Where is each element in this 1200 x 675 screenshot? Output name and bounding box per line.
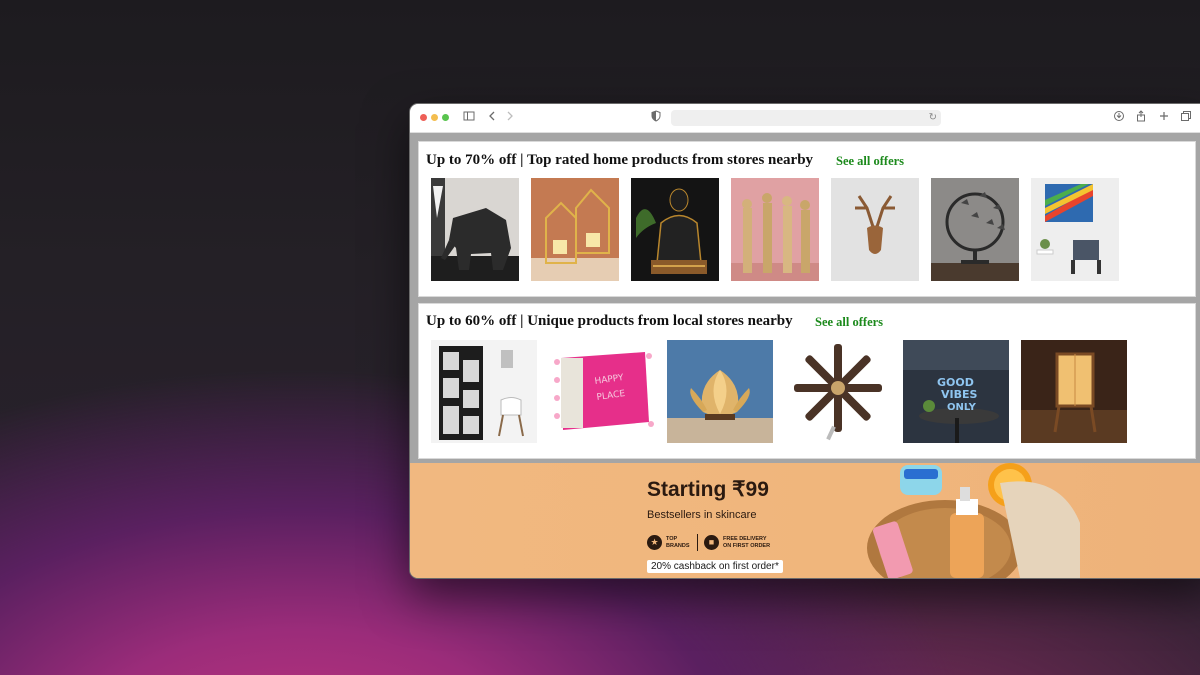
forward-icon[interactable] bbox=[503, 110, 517, 124]
download-icon[interactable] bbox=[1112, 110, 1126, 124]
product-musician-figurines[interactable] bbox=[731, 178, 819, 281]
sidebar-icon[interactable] bbox=[462, 110, 476, 124]
address-bar[interactable]: ↻ bbox=[671, 110, 941, 126]
banner-subtitle: Bestsellers in skincare bbox=[647, 509, 757, 521]
share-icon[interactable] bbox=[1134, 110, 1148, 124]
feature-top-brands-line2: BRANDS bbox=[666, 542, 690, 549]
reload-icon[interactable]: ↻ bbox=[929, 111, 937, 125]
see-all-offers-link[interactable]: See all offers bbox=[836, 154, 904, 169]
section-title: Up to 70% off | Top rated home products … bbox=[426, 152, 814, 168]
tabs-icon[interactable] bbox=[1179, 110, 1193, 124]
cashback-badge: 20% cashback on first order* bbox=[647, 560, 783, 573]
maximize-window-button[interactable] bbox=[442, 114, 449, 121]
new-tab-icon[interactable] bbox=[1157, 110, 1171, 124]
feature-free-delivery: ■ FREE DELIVERY ON FIRST ORDER bbox=[704, 535, 783, 550]
product-gold-candle-holder[interactable] bbox=[531, 178, 619, 281]
svg-text:VIBES: VIBES bbox=[941, 388, 978, 401]
badge-icon: ★ bbox=[647, 535, 662, 550]
product-lotus-lamp[interactable] bbox=[667, 340, 773, 443]
skincare-products-image bbox=[867, 463, 1080, 578]
product-deer-head-wall-decor[interactable] bbox=[831, 178, 919, 281]
product-buddha-statue[interactable] bbox=[631, 178, 719, 281]
close-window-button[interactable] bbox=[420, 114, 427, 121]
banner-headline: Starting ₹99 bbox=[647, 478, 769, 501]
browser-window: ↻ Up to 70% off | Top rated home product… bbox=[409, 103, 1200, 579]
feature-free-delivery-line2: ON FIRST ORDER bbox=[723, 542, 771, 549]
feature-divider bbox=[697, 534, 698, 551]
feature-free-delivery-line1: FREE DELIVERY bbox=[723, 535, 767, 542]
skincare-banner[interactable]: Starting ₹99 Bestsellers in skincare ★ T… bbox=[410, 463, 1200, 578]
product-ceiling-fan[interactable] bbox=[785, 340, 891, 443]
svg-text:ONLY: ONLY bbox=[947, 402, 977, 413]
feature-top-brands-line1: TOP bbox=[666, 535, 678, 542]
page-content: Up to 70% off | Top rated home products … bbox=[410, 133, 1200, 578]
section-title: Up to 60% off | Unique products from loc… bbox=[426, 313, 793, 329]
minimize-window-button[interactable] bbox=[431, 114, 438, 121]
delivery-truck-icon: ■ bbox=[704, 535, 719, 550]
product-bookshelf[interactable] bbox=[431, 340, 537, 443]
product-good-vibes-only-sign[interactable]: GOOD VIBES ONLY bbox=[903, 340, 1009, 443]
deals-section-unique: Up to 60% off | Unique products from loc… bbox=[418, 303, 1196, 459]
product-elephant-figurine[interactable] bbox=[431, 178, 519, 281]
see-all-offers-link[interactable]: See all offers bbox=[815, 315, 883, 330]
product-wooden-floor-lamp[interactable] bbox=[1021, 340, 1127, 443]
browser-toolbar: ↻ bbox=[410, 104, 1200, 133]
shield-icon bbox=[649, 110, 663, 124]
deals-section-home: Up to 70% off | Top rated home products … bbox=[418, 141, 1196, 297]
back-icon[interactable] bbox=[485, 110, 499, 124]
product-abstract-canvas-art[interactable] bbox=[1031, 178, 1119, 281]
product-butterfly-ring-decor[interactable] bbox=[931, 178, 1019, 281]
product-happy-place-cushion[interactable]: HAPPY PLACE bbox=[549, 340, 655, 443]
